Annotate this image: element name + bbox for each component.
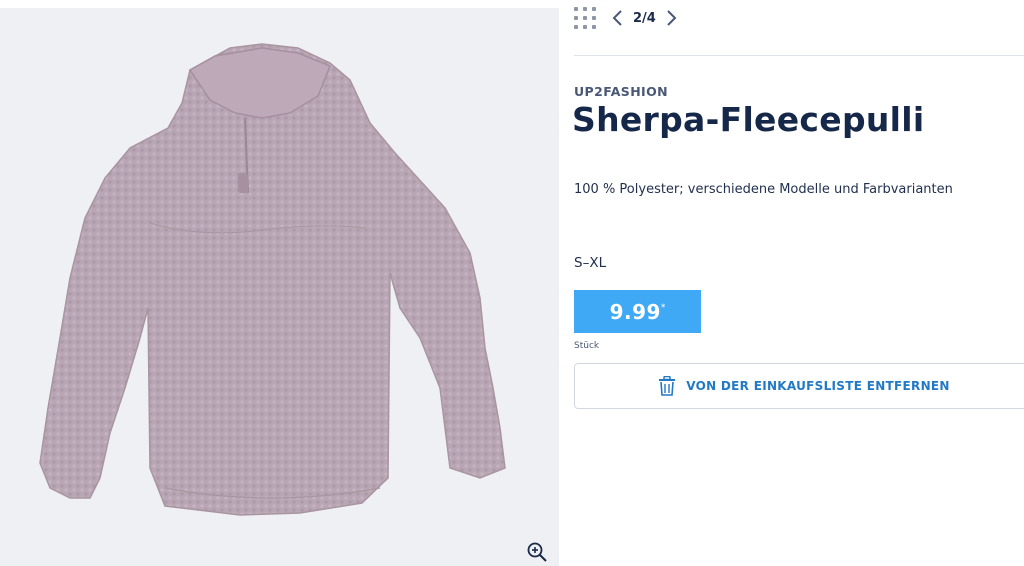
remove-from-list-label: VON DER EINKAUFSLISTE ENTFERNEN — [686, 379, 950, 393]
price-badge: 9.99 * — [574, 290, 701, 333]
price-footnote-mark: * — [660, 302, 666, 313]
chevron-left-icon[interactable] — [611, 9, 623, 27]
product-image[interactable] — [0, 8, 559, 566]
header-divider — [574, 55, 1024, 56]
price-unit: Stück — [574, 341, 600, 351]
product-brand: UP2FASHION — [574, 84, 668, 99]
product-image-panel — [0, 8, 559, 566]
product-sizes: S–XL — [574, 255, 607, 271]
chevron-right-icon[interactable] — [666, 9, 678, 27]
zoom-in-icon[interactable] — [526, 541, 548, 563]
product-description: 100 % Polyester; verschiedene Modelle un… — [574, 182, 953, 197]
pager-indicator: 2/4 — [633, 10, 656, 26]
gallery-navigation: 2/4 — [574, 6, 678, 30]
product-title: Sherpa-Fleecepulli — [572, 100, 925, 139]
trash-icon — [659, 376, 676, 396]
grid-icon[interactable] — [574, 7, 596, 29]
price-value: 9.99 — [609, 299, 661, 324]
remove-from-list-button[interactable]: VON DER EINKAUFSLISTE ENTFERNEN — [574, 363, 1024, 409]
